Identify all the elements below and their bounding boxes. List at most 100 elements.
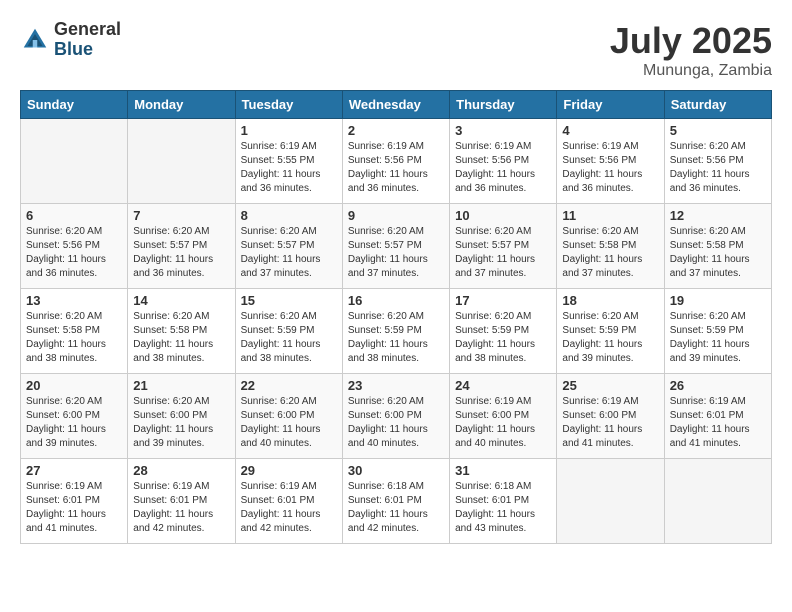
- calendar-cell: 10 Sunrise: 6:20 AM Sunset: 5:57 PM Dayli…: [450, 204, 557, 289]
- day-number: 7: [133, 208, 229, 223]
- day-detail: Sunrise: 6:20 AM Sunset: 5:59 PM Dayligh…: [670, 310, 766, 366]
- day-header-thursday: Thursday: [450, 91, 557, 119]
- day-header-friday: Friday: [557, 91, 664, 119]
- logo-text: General Blue: [54, 20, 121, 60]
- calendar-cell: 8Sunrise: 6:20 AM Sunset: 5:57 PM Daylig…: [235, 204, 342, 289]
- calendar-cell: 2Sunrise: 6:19 AM Sunset: 5:56 PM Daylig…: [342, 119, 449, 204]
- day-detail: Sunrise: 6:18 AM Sunset: 6:01 PM Dayligh…: [348, 480, 444, 536]
- day-number: 27: [26, 463, 122, 478]
- day-header-sunday: Sunday: [21, 91, 128, 119]
- calendar-cell: 26 Sunrise: 6:19 AM Sunset: 6:01 PM Dayli…: [664, 374, 771, 459]
- day-detail: Sunrise: 6:20 AM Sunset: 5:56 PM Dayligh…: [670, 140, 766, 196]
- day-number: 18: [562, 293, 658, 308]
- day-number: 25: [562, 378, 658, 393]
- day-number: 29: [241, 463, 337, 478]
- calendar-week-row: 27 Sunrise: 6:19 AM Sunset: 6:01 PM Dayli…: [21, 459, 772, 544]
- day-detail: Sunrise: 6:19 AM Sunset: 6:01 PM Dayligh…: [670, 395, 766, 451]
- day-number: 5: [670, 123, 766, 138]
- day-header-saturday: Saturday: [664, 91, 771, 119]
- day-detail: Sunrise: 6:19 AM Sunset: 6:00 PM Dayligh…: [455, 395, 551, 451]
- day-number: 22: [241, 378, 337, 393]
- calendar-cell: 28 Sunrise: 6:19 AM Sunset: 6:01 PM Dayli…: [128, 459, 235, 544]
- calendar-cell: 22Sunrise: 6:20 AM Sunset: 6:00 PM Dayli…: [235, 374, 342, 459]
- calendar-cell: 16 Sunrise: 6:20 AM Sunset: 5:59 PM Dayli…: [342, 289, 449, 374]
- day-number: 6: [26, 208, 122, 223]
- day-number: 21: [133, 378, 229, 393]
- calendar-week-row: 6 Sunrise: 6:20 AM Sunset: 5:56 PM Daylig…: [21, 204, 772, 289]
- day-detail: Sunrise: 6:20 AM Sunset: 5:57 PM Dayligh…: [455, 225, 551, 281]
- day-number: 15: [241, 293, 337, 308]
- calendar-cell: 6 Sunrise: 6:20 AM Sunset: 5:56 PM Daylig…: [21, 204, 128, 289]
- day-detail: Sunrise: 6:20 AM Sunset: 5:58 PM Dayligh…: [670, 225, 766, 281]
- calendar-cell: 25Sunrise: 6:19 AM Sunset: 6:00 PM Dayli…: [557, 374, 664, 459]
- day-number: 28: [133, 463, 229, 478]
- day-number: 12: [670, 208, 766, 223]
- day-number: 30: [348, 463, 444, 478]
- day-number: 19: [670, 293, 766, 308]
- calendar-cell: 17 Sunrise: 6:20 AM Sunset: 5:59 PM Dayli…: [450, 289, 557, 374]
- day-number: 23: [348, 378, 444, 393]
- day-number: 17: [455, 293, 551, 308]
- day-detail: Sunrise: 6:19 AM Sunset: 5:56 PM Dayligh…: [562, 140, 658, 196]
- calendar-cell: 7Sunrise: 6:20 AM Sunset: 5:57 PM Daylig…: [128, 204, 235, 289]
- calendar-week-row: 13 Sunrise: 6:20 AM Sunset: 5:58 PM Dayli…: [21, 289, 772, 374]
- calendar-cell: 9Sunrise: 6:20 AM Sunset: 5:57 PM Daylig…: [342, 204, 449, 289]
- calendar-cell: 11Sunrise: 6:20 AM Sunset: 5:58 PM Dayli…: [557, 204, 664, 289]
- calendar-cell: 3 Sunrise: 6:19 AM Sunset: 5:56 PM Daylig…: [450, 119, 557, 204]
- day-detail: Sunrise: 6:20 AM Sunset: 5:59 PM Dayligh…: [348, 310, 444, 366]
- day-detail: Sunrise: 6:20 AM Sunset: 5:59 PM Dayligh…: [562, 310, 658, 366]
- day-number: 16: [348, 293, 444, 308]
- calendar-cell: 23 Sunrise: 6:20 AM Sunset: 6:00 PM Dayli…: [342, 374, 449, 459]
- page-header: General Blue July 2025 Mununga, Zambia: [20, 20, 772, 80]
- calendar-cell: 20Sunrise: 6:20 AM Sunset: 6:00 PM Dayli…: [21, 374, 128, 459]
- logo-blue-text: Blue: [54, 40, 121, 60]
- calendar-cell: 24 Sunrise: 6:19 AM Sunset: 6:00 PM Dayli…: [450, 374, 557, 459]
- calendar-cell: 18 Sunrise: 6:20 AM Sunset: 5:59 PM Dayli…: [557, 289, 664, 374]
- calendar-cell: 4 Sunrise: 6:19 AM Sunset: 5:56 PM Daylig…: [557, 119, 664, 204]
- day-detail: Sunrise: 6:19 AM Sunset: 6:01 PM Dayligh…: [241, 480, 337, 536]
- day-header-tuesday: Tuesday: [235, 91, 342, 119]
- day-detail: Sunrise: 6:20 AM Sunset: 5:58 PM Dayligh…: [26, 310, 122, 366]
- day-number: 26: [670, 378, 766, 393]
- day-number: 14: [133, 293, 229, 308]
- day-detail: Sunrise: 6:20 AM Sunset: 6:00 PM Dayligh…: [348, 395, 444, 451]
- day-detail: Sunrise: 6:20 AM Sunset: 5:58 PM Dayligh…: [133, 310, 229, 366]
- day-detail: Sunrise: 6:19 AM Sunset: 5:56 PM Dayligh…: [348, 140, 444, 196]
- day-number: 13: [26, 293, 122, 308]
- day-number: 10: [455, 208, 551, 223]
- calendar-cell: [21, 119, 128, 204]
- day-number: 24: [455, 378, 551, 393]
- day-header-monday: Monday: [128, 91, 235, 119]
- month-title: July 2025: [610, 20, 772, 62]
- day-number: 20: [26, 378, 122, 393]
- day-detail: Sunrise: 6:20 AM Sunset: 5:59 PM Dayligh…: [455, 310, 551, 366]
- day-number: 4: [562, 123, 658, 138]
- day-detail: Sunrise: 6:19 AM Sunset: 5:55 PM Dayligh…: [241, 140, 337, 196]
- day-detail: Sunrise: 6:20 AM Sunset: 5:56 PM Dayligh…: [26, 225, 122, 281]
- calendar-week-row: 1 Sunrise: 6:19 AM Sunset: 5:55 PM Daylig…: [21, 119, 772, 204]
- calendar-cell: 30 Sunrise: 6:18 AM Sunset: 6:01 PM Dayli…: [342, 459, 449, 544]
- calendar-cell: [664, 459, 771, 544]
- calendar-cell: 14 Sunrise: 6:20 AM Sunset: 5:58 PM Dayli…: [128, 289, 235, 374]
- calendar-header-row: SundayMondayTuesdayWednesdayThursdayFrid…: [21, 91, 772, 119]
- calendar-cell: 19 Sunrise: 6:20 AM Sunset: 5:59 PM Dayli…: [664, 289, 771, 374]
- day-detail: Sunrise: 6:19 AM Sunset: 6:01 PM Dayligh…: [26, 480, 122, 536]
- day-number: 31: [455, 463, 551, 478]
- calendar-cell: 27 Sunrise: 6:19 AM Sunset: 6:01 PM Dayli…: [21, 459, 128, 544]
- day-number: 1: [241, 123, 337, 138]
- logo: General Blue: [20, 20, 121, 60]
- calendar-table: SundayMondayTuesdayWednesdayThursdayFrid…: [20, 90, 772, 544]
- calendar-cell: 13 Sunrise: 6:20 AM Sunset: 5:58 PM Dayli…: [21, 289, 128, 374]
- day-detail: Sunrise: 6:19 AM Sunset: 5:56 PM Dayligh…: [455, 140, 551, 196]
- day-detail: Sunrise: 6:19 AM Sunset: 6:01 PM Dayligh…: [133, 480, 229, 536]
- day-detail: Sunrise: 6:20 AM Sunset: 5:57 PM Dayligh…: [241, 225, 337, 281]
- day-detail: Sunrise: 6:20 AM Sunset: 5:59 PM Dayligh…: [241, 310, 337, 366]
- calendar-cell: 21Sunrise: 6:20 AM Sunset: 6:00 PM Dayli…: [128, 374, 235, 459]
- calendar-cell: [557, 459, 664, 544]
- day-detail: Sunrise: 6:18 AM Sunset: 6:01 PM Dayligh…: [455, 480, 551, 536]
- title-block: July 2025 Mununga, Zambia: [610, 20, 772, 80]
- day-number: 9: [348, 208, 444, 223]
- calendar-cell: 31 Sunrise: 6:18 AM Sunset: 6:01 PM Dayli…: [450, 459, 557, 544]
- day-number: 3: [455, 123, 551, 138]
- logo-icon: [20, 25, 50, 55]
